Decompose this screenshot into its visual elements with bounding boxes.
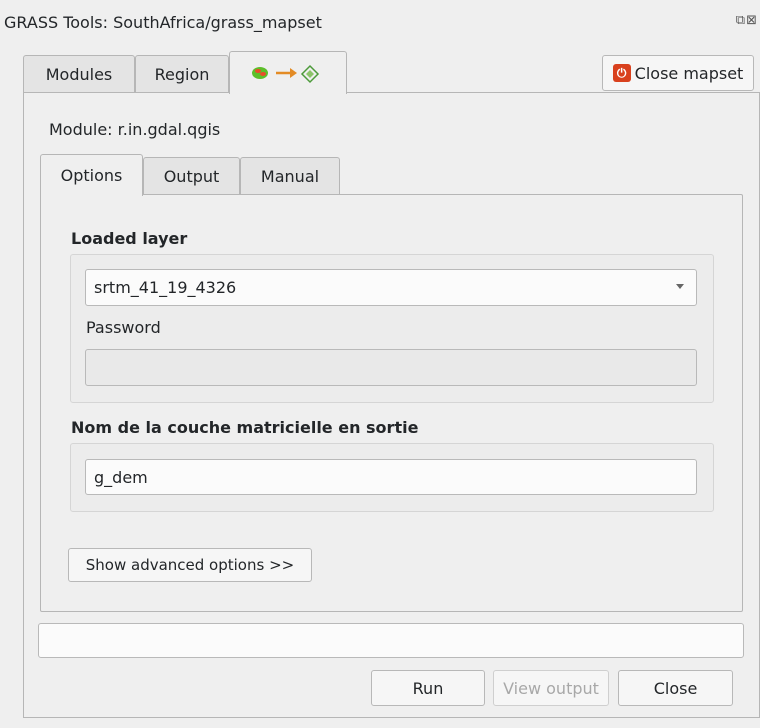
close-button[interactable]: Close — [618, 670, 733, 706]
tab-region-label: Region — [154, 64, 210, 84]
power-icon: ⏻ — [612, 64, 631, 82]
status-field — [38, 623, 744, 658]
tab-manual[interactable]: Manual — [240, 157, 340, 195]
chevron-down-icon — [676, 284, 684, 289]
run-button[interactable]: Run — [371, 670, 485, 706]
run-label: Run — [412, 678, 444, 698]
tab-data-transfer[interactable] — [229, 51, 347, 94]
output-name-field[interactable]: g_dem — [85, 459, 697, 495]
window-controls[interactable]: ⧉⊠ — [736, 13, 758, 28]
output-layer-heading: Nom de la couche matricielle en sortie — [71, 418, 419, 437]
window-title: GRASS Tools: SouthAfrica/grass_mapset — [4, 13, 322, 32]
layer-select-value: srtm_41_19_4326 — [94, 278, 237, 297]
layer-select[interactable]: srtm_41_19_4326 — [85, 269, 697, 306]
show-advanced-button[interactable]: Show advanced options >> — [68, 548, 312, 582]
password-field[interactable] — [85, 349, 697, 386]
float-window-icon[interactable]: ⧉ — [736, 13, 746, 28]
tab-modules-label: Modules — [45, 64, 113, 84]
tab-modules[interactable]: Modules — [23, 55, 135, 92]
loaded-layer-heading: Loaded layer — [71, 229, 188, 248]
tab-output[interactable]: Output — [143, 157, 240, 195]
output-name-value: g_dem — [94, 467, 148, 487]
close-mapset-label: Close mapset — [634, 63, 744, 83]
tab-region[interactable]: Region — [135, 55, 229, 92]
tab-manual-label: Manual — [260, 167, 320, 186]
close-mapset-button[interactable]: ⏻ Close mapset — [602, 55, 754, 91]
close-label: Close — [653, 678, 698, 698]
tab-output-label: Output — [163, 167, 220, 186]
module-label: Module: r.in.gdal.qgis — [49, 120, 221, 139]
data-transfer-icon — [252, 64, 320, 84]
view-output-label: View output — [503, 678, 599, 698]
tab-options-label: Options — [60, 166, 123, 185]
password-label: Password — [86, 318, 161, 337]
close-window-icon[interactable]: ⊠ — [746, 13, 758, 28]
view-output-button[interactable]: View output — [493, 670, 609, 706]
tab-options[interactable]: Options — [40, 154, 143, 196]
show-advanced-label: Show advanced options >> — [85, 556, 295, 574]
